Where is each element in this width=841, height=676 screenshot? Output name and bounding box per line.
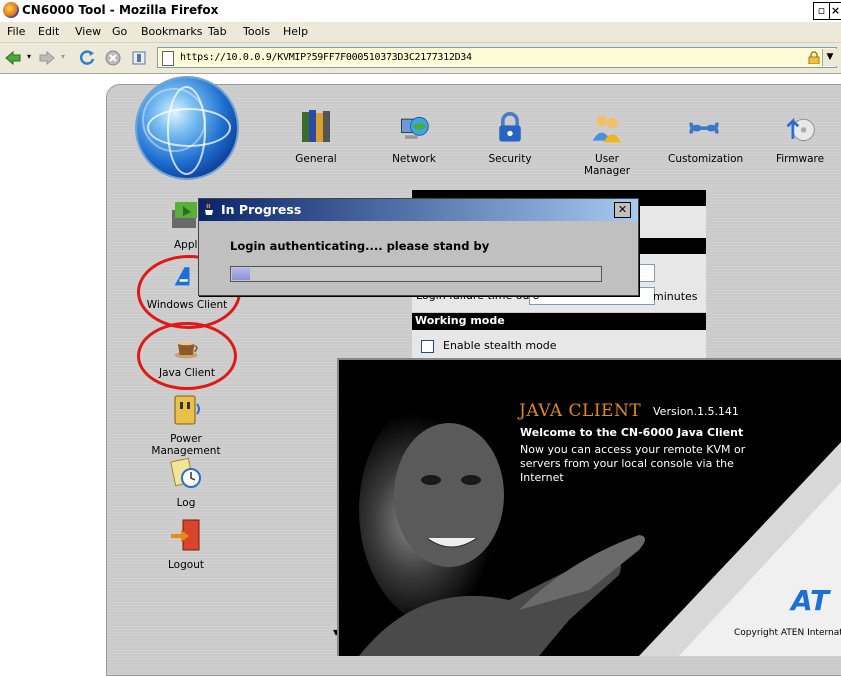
login-progress-bar — [230, 266, 602, 282]
firmware-icon — [786, 117, 815, 142]
menu-tab[interactable]: Tab — [208, 25, 227, 38]
window-title-bar: CN6000 Tool - Mozilla Firefox ▫ × — [0, 0, 841, 21]
nav-firmware-label: Firmware — [775, 153, 825, 165]
forward-dropdown-icon[interactable]: ▾ — [61, 52, 65, 61]
menu-help[interactable]: Help — [283, 25, 308, 38]
dialog-close-button[interactable]: ✕ — [614, 202, 631, 218]
menu-bar: File Edit View Go Bookmarks Tab Tools He… — [0, 22, 841, 43]
nav-security-label: Security — [488, 153, 532, 165]
nav-network-label: Network — [392, 153, 436, 165]
tools-icon — [689, 122, 719, 135]
home-icon[interactable] — [130, 49, 148, 67]
menu-tools[interactable]: Tools — [243, 25, 270, 38]
nav-log[interactable]: Log — [166, 456, 206, 509]
java-client-version: Version.1.5.141 — [653, 405, 739, 418]
java-client-description: Now you can access your remote KVM or se… — [520, 443, 746, 484]
menu-bookmarks[interactable]: Bookmarks — [141, 25, 202, 38]
copyright-text: Copyright ATEN Internat — [734, 628, 841, 638]
logout-door-icon — [171, 519, 200, 551]
forward-arrow-icon[interactable] — [38, 49, 56, 67]
dialog-title: In Progress — [221, 202, 302, 217]
window-title: CN6000 Tool - Mozilla Firefox — [22, 3, 219, 17]
nav-logout[interactable]: Logout — [164, 518, 208, 571]
nav-general-label: General — [295, 153, 337, 165]
nav-general[interactable]: General — [295, 108, 337, 165]
back-dropdown-icon[interactable]: ▾ — [27, 52, 31, 61]
url-dropdown-icon[interactable]: ▼ — [822, 49, 837, 66]
page-icon — [162, 51, 174, 66]
stop-icon[interactable] — [104, 49, 122, 67]
firefox-icon — [3, 2, 19, 18]
reload-icon[interactable] — [78, 49, 96, 67]
java-client-heading: JAVA CLIENT — [519, 401, 642, 421]
nav-network[interactable]: Network — [388, 112, 440, 165]
restore-button[interactable]: ▫ — [813, 2, 830, 20]
menu-edit[interactable]: Edit — [38, 25, 59, 38]
nav-power-management-label: Power Management — [151, 433, 221, 457]
working-mode-header: Working mode — [412, 313, 706, 330]
aten-logo: AT — [791, 584, 830, 617]
nav-firmware[interactable]: Firmware — [774, 112, 826, 165]
close-window-button[interactable]: × — [829, 2, 841, 20]
progress-fill — [232, 268, 250, 280]
nav-log-label: Log — [176, 497, 196, 509]
dialog-title-bar: In Progress ✕ — [199, 199, 638, 221]
stealth-mode-label: Enable stealth mode — [443, 339, 557, 352]
globe-logo-icon — [137, 78, 237, 178]
padlock-icon — [499, 112, 521, 142]
nav-customization-label: Customization — [668, 153, 744, 165]
menu-go[interactable]: Go — [112, 25, 127, 38]
java-cup-icon — [205, 203, 213, 215]
back-arrow-icon[interactable] — [4, 49, 22, 67]
power-outlet-icon — [174, 395, 200, 425]
url-text: https://10.0.0.9/KVMIP?59FF7F000510373D3… — [180, 52, 472, 63]
in-progress-dialog: In Progress ✕ Login authenticating.... p… — [198, 198, 639, 296]
menu-file[interactable]: File — [7, 25, 25, 38]
java-client-welcome: Welcome to the CN-6000 Java Client — [520, 426, 744, 439]
menu-view[interactable]: View — [75, 25, 101, 38]
dialog-message: Login authenticating.... please stand by — [230, 239, 490, 253]
nav-user-manager[interactable]: User Manager — [571, 112, 643, 177]
nav-security[interactable]: Security — [487, 112, 533, 165]
nav-customization[interactable]: Customization — [668, 112, 744, 165]
nav-logout-label: Logout — [168, 559, 204, 571]
log-clock-icon — [170, 457, 201, 488]
stealth-mode-checkbox[interactable] — [421, 340, 434, 353]
padlock-icon[interactable] — [808, 51, 820, 64]
nav-user-manager-label: User Manager — [583, 153, 631, 177]
highlight-ring-java-client — [137, 322, 237, 390]
nav-power-management[interactable]: Power Management — [136, 392, 236, 457]
address-bar[interactable]: https://10.0.0.9/KVMIP?59FF7F000510373D3… — [157, 47, 837, 68]
books-icon — [302, 110, 330, 142]
java-client-splash: JAVA CLIENT Version.1.5.141 Welcome to t… — [337, 358, 841, 656]
network-icon — [401, 116, 429, 139]
users-icon — [592, 115, 622, 143]
login-failure-unit: minutes — [653, 290, 698, 303]
